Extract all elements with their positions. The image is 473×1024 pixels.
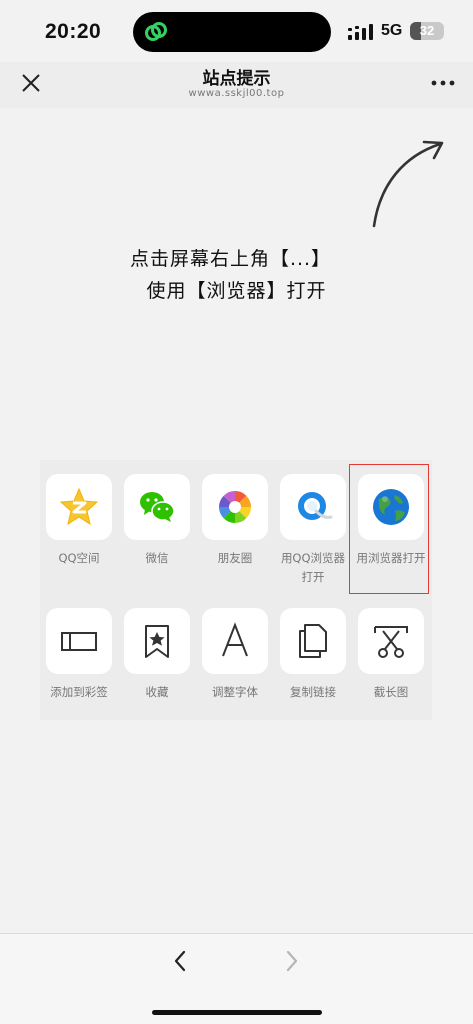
font-icon <box>222 622 248 657</box>
bookmark-star-icon <box>145 625 169 658</box>
hint-text-line-1: 点击屏幕右上角【...】 <box>129 248 332 270</box>
share-label: 添加到彩签 <box>50 685 108 699</box>
sticky-note-icon <box>61 632 97 651</box>
share-tile <box>280 474 346 540</box>
battery-icon: 32 <box>410 22 444 40</box>
curved-arrow-icon <box>372 140 444 228</box>
share-tile <box>124 474 190 540</box>
share-favorite[interactable]: 收藏 <box>122 608 192 702</box>
share-tile <box>358 608 424 674</box>
share-adjust-font[interactable]: 调整字体 <box>200 608 270 702</box>
share-tile <box>280 608 346 674</box>
share-qzone[interactable]: QQ空间 <box>44 474 114 568</box>
signal-icon <box>348 24 373 40</box>
nav-header: 站点提示 wwwa.sskjl00.top <box>0 62 473 108</box>
share-label: 调整字体 <box>212 685 258 699</box>
copy-icon <box>299 624 327 658</box>
share-tile <box>46 608 112 674</box>
share-add-sticky[interactable]: 添加到彩签 <box>44 608 114 702</box>
dynamic-island <box>133 12 331 52</box>
status-time: 20:20 <box>45 20 102 43</box>
more-options-icon[interactable] <box>428 70 458 96</box>
moments-icon <box>219 491 251 523</box>
page-url: wwwa.sskjl00.top <box>188 88 285 99</box>
share-tile <box>124 608 190 674</box>
share-moments[interactable]: 朋友圈 <box>200 474 270 568</box>
share-label: QQ空间 <box>58 551 100 565</box>
share-label: 微信 <box>145 551 169 565</box>
share-copy-link[interactable]: 复制链接 <box>278 608 348 702</box>
share-qq-browser[interactable]: 用QQ浏览器打开 <box>278 474 348 587</box>
highlight-box <box>349 464 429 594</box>
share-wechat[interactable]: 微信 <box>122 474 192 568</box>
wechat-icon <box>140 492 175 522</box>
share-long-screenshot[interactable]: 截长图 <box>356 608 426 702</box>
share-label: 朋友圈 <box>217 551 253 565</box>
share-tile <box>202 608 268 674</box>
qzone-icon <box>59 487 99 526</box>
share-tile <box>46 474 112 540</box>
qq-browser-icon <box>298 492 333 520</box>
battery-percent: 32 <box>419 23 435 38</box>
scissors-icon <box>374 626 408 658</box>
home-indicator <box>152 1010 322 1015</box>
bottom-toolbar <box>0 934 473 1024</box>
share-label: 用QQ浏览器打开 <box>280 551 346 584</box>
status-bar: 20:20 5G 32 <box>0 0 473 62</box>
share-label: 收藏 <box>145 685 169 699</box>
page-title: 站点提示 <box>202 69 271 89</box>
forward-chevron-icon[interactable] <box>278 948 304 974</box>
link-rings-icon <box>145 22 167 41</box>
back-chevron-icon[interactable] <box>168 948 194 974</box>
share-label: 复制链接 <box>290 685 336 699</box>
hint-text-line-2: 使用【浏览器】打开 <box>146 280 327 302</box>
share-label: 截长图 <box>373 685 409 699</box>
network-type: 5G <box>381 22 403 39</box>
share-tile <box>202 474 268 540</box>
